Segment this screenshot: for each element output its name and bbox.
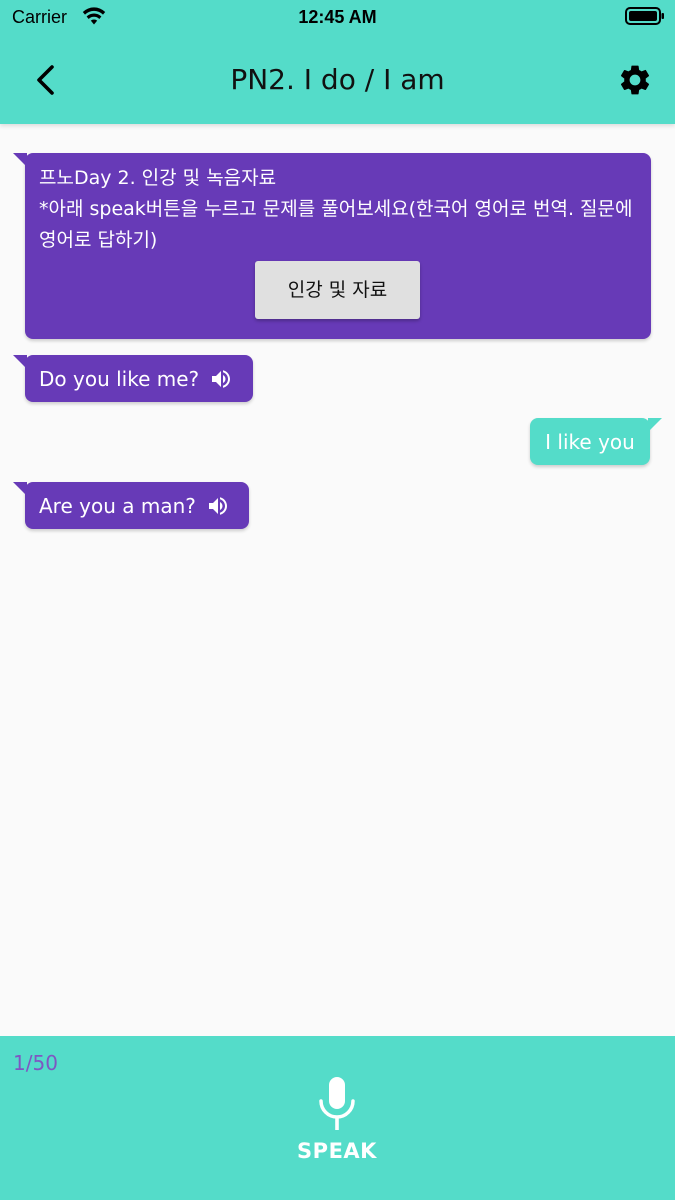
- message-text: I like you: [545, 429, 635, 454]
- message-text: Are you a man?: [39, 493, 196, 518]
- back-button[interactable]: [22, 56, 70, 104]
- speaker-icon[interactable]: [209, 367, 233, 391]
- lecture-materials-button[interactable]: 인강 및 자료: [255, 261, 420, 319]
- app-bar: PN2. I do / I am: [0, 36, 675, 124]
- user-message: I like you: [530, 418, 662, 465]
- intro-title: 프노Day 2. 인강 및 녹음자료: [39, 167, 277, 189]
- status-bar: Carrier 12:45 AM: [0, 0, 675, 36]
- status-time: 12:45 AM: [298, 7, 377, 27]
- intro-message: 프노Day 2. 인강 및 녹음자료 *아래 speak버튼을 누르고 문제를 …: [13, 153, 651, 339]
- page-title: PN2. I do / I am: [230, 63, 445, 96]
- progress-counter: 1/50: [13, 1051, 58, 1075]
- speak-button[interactable]: SPEAK: [287, 1072, 387, 1172]
- gear-icon: [620, 65, 650, 95]
- battery-icon: [625, 7, 664, 25]
- intro-body: *아래 speak버튼을 누르고 문제를 풀어보세요(한국어 영어로 번역. 질…: [39, 198, 633, 251]
- chat-list[interactable]: 프노Day 2. 인강 및 녹음자료 *아래 speak버튼을 누르고 문제를 …: [0, 124, 675, 1036]
- speaker-icon[interactable]: [206, 494, 230, 518]
- bottom-bar: 1/50 SPEAK: [0, 1036, 675, 1200]
- settings-button[interactable]: [613, 58, 657, 102]
- bot-message: Do you like me?: [13, 355, 253, 402]
- header: Carrier 12:45 AM PN2. I do / I am: [0, 0, 675, 124]
- chat-screen: Carrier 12:45 AM PN2. I do / I am 프노Day …: [0, 0, 675, 1200]
- message-text: Do you like me?: [39, 366, 200, 391]
- bot-message: Are you a man?: [13, 482, 249, 529]
- microphone-icon: [319, 1077, 355, 1130]
- speak-label: SPEAK: [297, 1139, 377, 1163]
- chevron-left-icon: [37, 65, 54, 95]
